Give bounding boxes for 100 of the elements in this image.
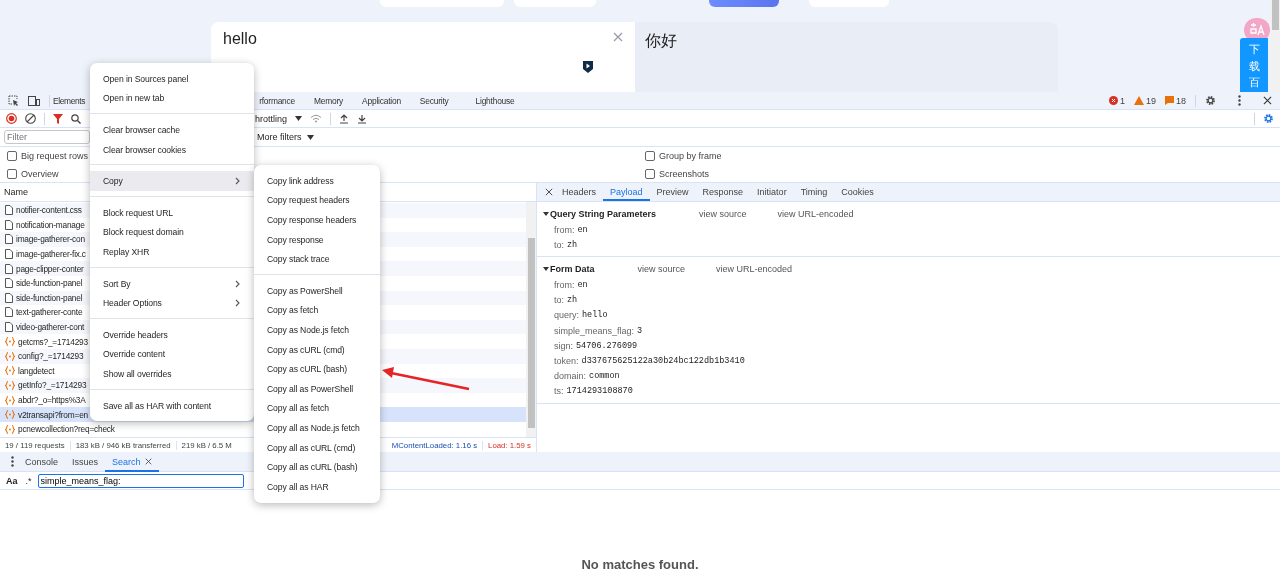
match-case-toggle[interactable]: Aa — [6, 475, 18, 486]
download-icon[interactable] — [357, 113, 368, 124]
inspect-icon[interactable] — [8, 95, 19, 106]
request-name[interactable]: text-gatherer-conte — [16, 307, 83, 318]
checkbox[interactable] — [7, 151, 17, 161]
panel-tab[interactable]: Lighthouse — [475, 95, 515, 106]
checkbox[interactable] — [645, 151, 655, 161]
scrollbar[interactable] — [1270, 0, 1280, 92]
close-icon[interactable] — [545, 188, 553, 196]
checkbox[interactable] — [7, 169, 17, 179]
close-icon[interactable] — [144, 458, 152, 465]
menu-item[interactable]: Header Options — [90, 293, 254, 313]
menu-item[interactable]: Copy — [90, 171, 254, 191]
menu-item[interactable]: Sort By — [90, 273, 254, 294]
search-icon[interactable] — [71, 113, 81, 124]
view-link[interactable]: view source — [699, 209, 747, 219]
panel-tab[interactable]: Elements — [53, 95, 86, 106]
menu-item[interactable]: Copy all as PowerShell — [254, 378, 380, 399]
request-name[interactable]: image-gatherer-fix.c — [16, 249, 86, 260]
regex-toggle[interactable]: .* — [25, 475, 32, 486]
drawer-tab[interactable]: Issues — [65, 451, 106, 472]
menu-item[interactable]: Replay XHR — [90, 242, 254, 262]
detail-tab[interactable]: Cookies — [834, 183, 881, 201]
scrollbar[interactable] — [526, 202, 536, 437]
more-icon[interactable] — [1238, 95, 1241, 106]
view-link[interactable]: view URL-encoded — [716, 264, 793, 275]
detail-tab[interactable]: Payload — [603, 183, 650, 201]
expand-triangle-icon[interactable] — [543, 266, 549, 273]
menu-item[interactable]: Clear browser cookies — [90, 139, 254, 160]
checkbox[interactable] — [645, 169, 655, 179]
braces-icon — [5, 395, 15, 405]
panel-tab[interactable]: rformance — [259, 95, 296, 106]
filter-field[interactable]: Filter — [4, 130, 90, 144]
request-name[interactable]: getInfo?_=1714293 — [18, 380, 87, 391]
source-text: hello — [223, 30, 257, 48]
request-name[interactable]: v2transapi?from=en — [18, 409, 88, 420]
detail-tab[interactable]: Headers — [555, 183, 604, 201]
settings-icon[interactable] — [1205, 95, 1216, 106]
request-name[interactable]: config?_=1714293 — [18, 351, 84, 362]
menu-item[interactable]: Block request URL — [90, 202, 254, 223]
wifi-icon[interactable] — [310, 114, 323, 123]
menu-item[interactable]: Copy all as Node.js fetch — [254, 418, 380, 438]
issue-icon[interactable] — [1165, 96, 1174, 105]
menu-item[interactable]: Copy as cURL (bash) — [254, 359, 380, 379]
detail-tab[interactable]: Response — [695, 183, 751, 201]
request-name[interactable]: video-gatherer-cont — [16, 322, 85, 333]
settings-icon[interactable] — [1263, 113, 1274, 124]
request-name[interactable]: side-function-panel — [16, 292, 83, 303]
menu-item[interactable]: Show all overrides — [90, 364, 254, 384]
request-name[interactable]: notifier-content.css — [16, 205, 82, 216]
close-icon[interactable] — [1263, 96, 1272, 105]
detail-tab[interactable]: Timing — [793, 183, 835, 201]
menu-item[interactable]: Copy all as HAR — [254, 476, 380, 497]
panel-tab[interactable]: Application — [362, 95, 401, 106]
filter-icon[interactable] — [53, 113, 63, 124]
menu-item[interactable]: Copy all as cURL (bash) — [254, 457, 380, 477]
request-name[interactable]: image-gatherer-con — [16, 234, 85, 245]
menu-item[interactable]: Copy as Node.js fetch — [254, 320, 380, 340]
menu-item[interactable]: Copy as PowerShell — [254, 280, 380, 301]
menu-item[interactable]: Block request domain — [90, 222, 254, 243]
panel-tab[interactable]: Security — [419, 95, 449, 106]
panel-tab[interactable]: Memory — [314, 95, 344, 106]
error-icon[interactable] — [1108, 96, 1118, 105]
search-field[interactable]: simple_means_flag: — [37, 473, 244, 488]
menu-item[interactable]: Copy as fetch — [254, 300, 380, 321]
menu-item[interactable]: Copy all as fetch — [254, 398, 380, 419]
request-name[interactable]: pcnewcollection?req=check — [18, 424, 115, 435]
more-filters-dropdown[interactable]: More filters — [257, 132, 314, 142]
request-name[interactable]: abdr?_o=https%3A — [18, 395, 86, 405]
drawer-tab[interactable]: Search — [105, 451, 159, 472]
request-name[interactable]: getcms?_=1714293 — [18, 336, 88, 347]
view-link[interactable]: view source — [637, 264, 686, 275]
menu-item[interactable]: Copy link address — [254, 171, 380, 191]
record-icon[interactable] — [6, 113, 17, 124]
detail-tab[interactable]: Preview — [649, 183, 696, 201]
menu-item[interactable]: Copy response — [254, 229, 380, 250]
view-link[interactable]: view URL-encoded — [777, 209, 854, 219]
menu-item[interactable]: Copy request headers — [254, 190, 380, 211]
menu-item[interactable]: Copy as cURL (cmd) — [254, 339, 380, 360]
menu-item[interactable]: Copy response headers — [254, 210, 380, 230]
menu-item[interactable]: Override content — [90, 344, 254, 365]
device-icon[interactable] — [28, 95, 40, 106]
more-icon[interactable] — [11, 456, 14, 467]
menu-item[interactable]: Copy stack trace — [254, 249, 380, 269]
menu-item[interactable]: Override headers — [90, 324, 254, 345]
request-name[interactable]: page-clipper-conter — [16, 263, 84, 274]
upload-icon[interactable] — [339, 113, 350, 124]
expand-triangle-icon[interactable] — [543, 211, 549, 217]
warning-icon[interactable] — [1133, 96, 1144, 105]
request-name[interactable]: langdetect — [18, 365, 55, 376]
menu-item[interactable]: Clear browser cache — [90, 120, 254, 140]
menu-item[interactable]: Save all as HAR with content — [90, 395, 254, 416]
clear-icon[interactable] — [25, 113, 36, 124]
request-name[interactable]: notification-manage — [16, 219, 85, 230]
throttling-dropdown[interactable]: hrottling — [255, 113, 303, 124]
source-text-box[interactable]: hello — [211, 22, 635, 92]
detail-tab[interactable]: Initiator — [750, 183, 794, 201]
drawer-tab[interactable]: Console — [18, 451, 66, 472]
request-name[interactable]: side-function-panel — [16, 278, 83, 289]
menu-item[interactable]: Copy all as cURL (cmd) — [254, 437, 380, 458]
